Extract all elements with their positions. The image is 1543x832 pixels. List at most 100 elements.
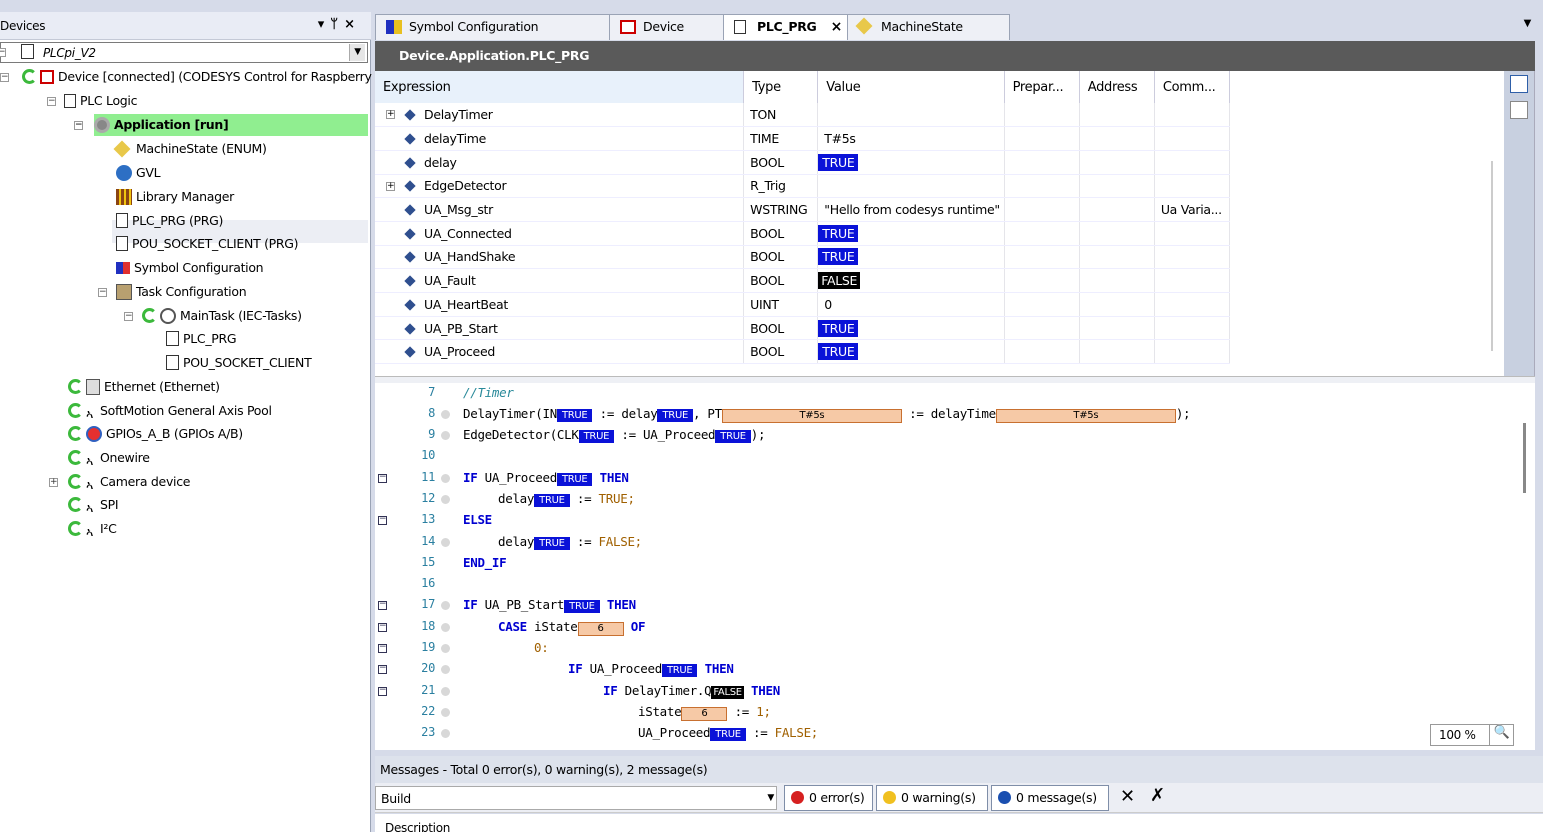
tab-machinestate[interactable]: MachineState — [847, 14, 1010, 40]
message-category-select[interactable]: Build ▼ — [375, 786, 777, 810]
breakpoint-marker[interactable] — [441, 474, 450, 483]
fold-icon[interactable]: − — [378, 664, 387, 674]
collapse-icon[interactable]: − — [0, 48, 6, 57]
table-row[interactable]: UA_Fault BOOL FALSE — [375, 268, 1231, 293]
tree-item-task-configuration[interactable]: − Task Configuration — [98, 281, 247, 303]
column-prepared-value[interactable]: Prepar... — [1004, 71, 1080, 103]
table-row[interactable]: delayTime TIME T#5s — [375, 126, 1231, 151]
breakpoint-marker[interactable] — [441, 729, 450, 738]
fold-icon[interactable]: − — [378, 515, 387, 525]
cell-prepared[interactable] — [1004, 292, 1080, 317]
project-combo[interactable]: − PLCpi_V2 ▼ — [0, 42, 368, 63]
clear-all-messages-icon[interactable]: ✗ — [1150, 785, 1165, 806]
cell-prepared[interactable] — [1004, 245, 1080, 270]
cell-prepared[interactable] — [1004, 339, 1080, 365]
messages-filter-button[interactable]: 0 message(s) — [991, 785, 1109, 811]
breakpoint-marker[interactable] — [441, 431, 450, 440]
tree-item-camera[interactable]: + ኣ Camera device — [49, 471, 190, 493]
declaration-monitor: Expression Type Value Prepar... Address … — [375, 71, 1535, 376]
breakpoint-marker[interactable] — [441, 623, 450, 632]
tree-item-library-manager[interactable]: Library Manager — [116, 186, 234, 208]
fold-icon[interactable]: − — [378, 600, 387, 610]
breakpoint-marker[interactable] — [441, 687, 450, 696]
cell-prepared[interactable] — [1004, 197, 1080, 222]
warnings-filter-button[interactable]: 0 warning(s) — [876, 785, 988, 811]
cell-prepared[interactable] — [1004, 316, 1080, 341]
table-row[interactable]: UA_PB_Start BOOL TRUE — [375, 316, 1231, 341]
zoom-icon[interactable]: 🔍 — [1489, 725, 1513, 745]
tab-device[interactable]: Device — [609, 14, 727, 40]
table-row[interactable]: UA_HeartBeat UINT 0 — [375, 292, 1231, 317]
close-tab-icon[interactable]: × — [831, 15, 843, 39]
column-address[interactable]: Address — [1079, 71, 1155, 103]
tree-item-pou-socket-client[interactable]: POU_SOCKET_CLIENT (PRG) — [116, 233, 299, 255]
zoom-control[interactable]: 100 % 🔍 — [1430, 724, 1514, 746]
column-comment[interactable]: Comm... — [1154, 71, 1231, 103]
tab-plc-prg[interactable]: PLC_PRG × — [723, 14, 849, 40]
table-row[interactable]: UA_Connected BOOL TRUE — [375, 221, 1231, 246]
cell-address — [1079, 245, 1155, 270]
cell-prepared[interactable] — [1004, 221, 1080, 246]
tree-item-softmotion[interactable]: ኣ SoftMotion General Axis Pool — [68, 400, 272, 422]
editor-splitter[interactable] — [375, 376, 1535, 383]
cell-prepared[interactable] — [1004, 174, 1080, 199]
tab-symbol-configuration[interactable]: Symbol Configuration — [375, 14, 611, 40]
fold-icon[interactable]: − — [378, 473, 387, 483]
tree-item-device[interactable]: − Device [connected] (CODESYS Control fo… — [0, 66, 372, 88]
cell-prepared[interactable] — [1004, 126, 1080, 151]
cell-prepared[interactable] — [1004, 103, 1080, 128]
column-value[interactable]: Value — [817, 71, 1005, 103]
fold-icon[interactable]: − — [378, 686, 387, 696]
tree-item-spi[interactable]: ኣ SPI — [68, 494, 119, 516]
tree-item-ethernet[interactable]: Ethernet (Ethernet) — [68, 376, 220, 398]
breakpoint-marker[interactable] — [441, 708, 450, 717]
clear-messages-icon[interactable]: ✕ — [1120, 786, 1135, 807]
tree-item-machinestate[interactable]: MachineState (ENUM) — [113, 138, 267, 160]
dropdown-arrow-icon[interactable]: ▾ — [318, 17, 331, 32]
tree-item-gvl[interactable]: GVL — [116, 162, 161, 184]
breakpoint-marker[interactable] — [441, 665, 450, 674]
pin-icon[interactable]: ᛘ — [330, 17, 344, 32]
textual-view-icon[interactable] — [1510, 75, 1528, 93]
table-row[interactable]: UA_HandShake BOOL TRUE — [375, 245, 1231, 270]
tree-item-task-pou-socket-client[interactable]: POU_SOCKET_CLIENT — [166, 352, 312, 374]
close-icon[interactable]: × — [344, 17, 361, 32]
tree-item-symbol-configuration[interactable]: Symbol Configuration — [116, 257, 264, 279]
chevron-down-icon[interactable]: ▼ — [767, 788, 774, 808]
tree-item-onewire[interactable]: ኣ Onewire — [68, 447, 150, 469]
table-row[interactable]: delay BOOL TRUE — [375, 150, 1231, 175]
breakpoint-marker[interactable] — [441, 538, 450, 547]
expand-icon[interactable]: + — [386, 181, 395, 191]
tree-item-plc-prg[interactable]: PLC_PRG (PRG) — [116, 210, 223, 232]
tree-item-task-plc-prg[interactable]: PLC_PRG — [166, 328, 237, 350]
table-row[interactable]: + EdgeDetector R_Trig — [375, 174, 1231, 199]
column-expression[interactable]: Expression — [375, 71, 745, 103]
tree-item-i2c[interactable]: ኣ I²C — [68, 518, 117, 540]
tree-item-plc-logic[interactable]: − PLC Logic — [47, 90, 137, 112]
cell-prepared[interactable] — [1004, 150, 1080, 175]
vertical-scrollbar[interactable] — [1523, 423, 1526, 493]
cell-prepared[interactable] — [1004, 268, 1080, 293]
breakpoint-marker[interactable] — [441, 495, 450, 504]
tree-item-application[interactable]: − Application [run] — [74, 114, 368, 136]
tab-list-dropdown-icon[interactable]: ▼ — [1524, 18, 1532, 29]
cell-comment: Ua Varia... — [1154, 197, 1231, 222]
fold-icon[interactable]: − — [378, 622, 387, 632]
messages-description-header: Description — [375, 814, 1543, 832]
tree-item-maintask[interactable]: − MainTask (IEC-Tasks) — [124, 305, 302, 327]
column-type[interactable]: Type — [743, 71, 819, 103]
table-row[interactable]: UA_Proceed BOOL TRUE — [375, 339, 1231, 365]
vertical-scrollbar[interactable] — [1491, 161, 1493, 351]
chevron-down-icon[interactable]: ▼ — [349, 44, 365, 61]
table-row[interactable]: + DelayTimer TON — [375, 103, 1231, 128]
expand-icon[interactable]: + — [386, 110, 395, 119]
tree-item-gpios[interactable]: GPIOs_A_B (GPIOs A/B) — [68, 423, 243, 445]
code-editor[interactable]: 7 8 9 10 11 12 13 14 15 16 17 18 19 20 2… — [375, 383, 1535, 750]
errors-filter-button[interactable]: 0 error(s) — [784, 785, 873, 811]
table-row[interactable]: UA_Msg_str WSTRING "Hello from codesys run… — [375, 197, 1231, 222]
fold-icon[interactable]: − — [378, 643, 387, 653]
breakpoint-marker[interactable] — [441, 601, 450, 610]
tabular-view-icon[interactable] — [1510, 101, 1528, 119]
breakpoint-marker[interactable] — [441, 644, 450, 653]
breakpoint-marker[interactable] — [441, 410, 450, 419]
